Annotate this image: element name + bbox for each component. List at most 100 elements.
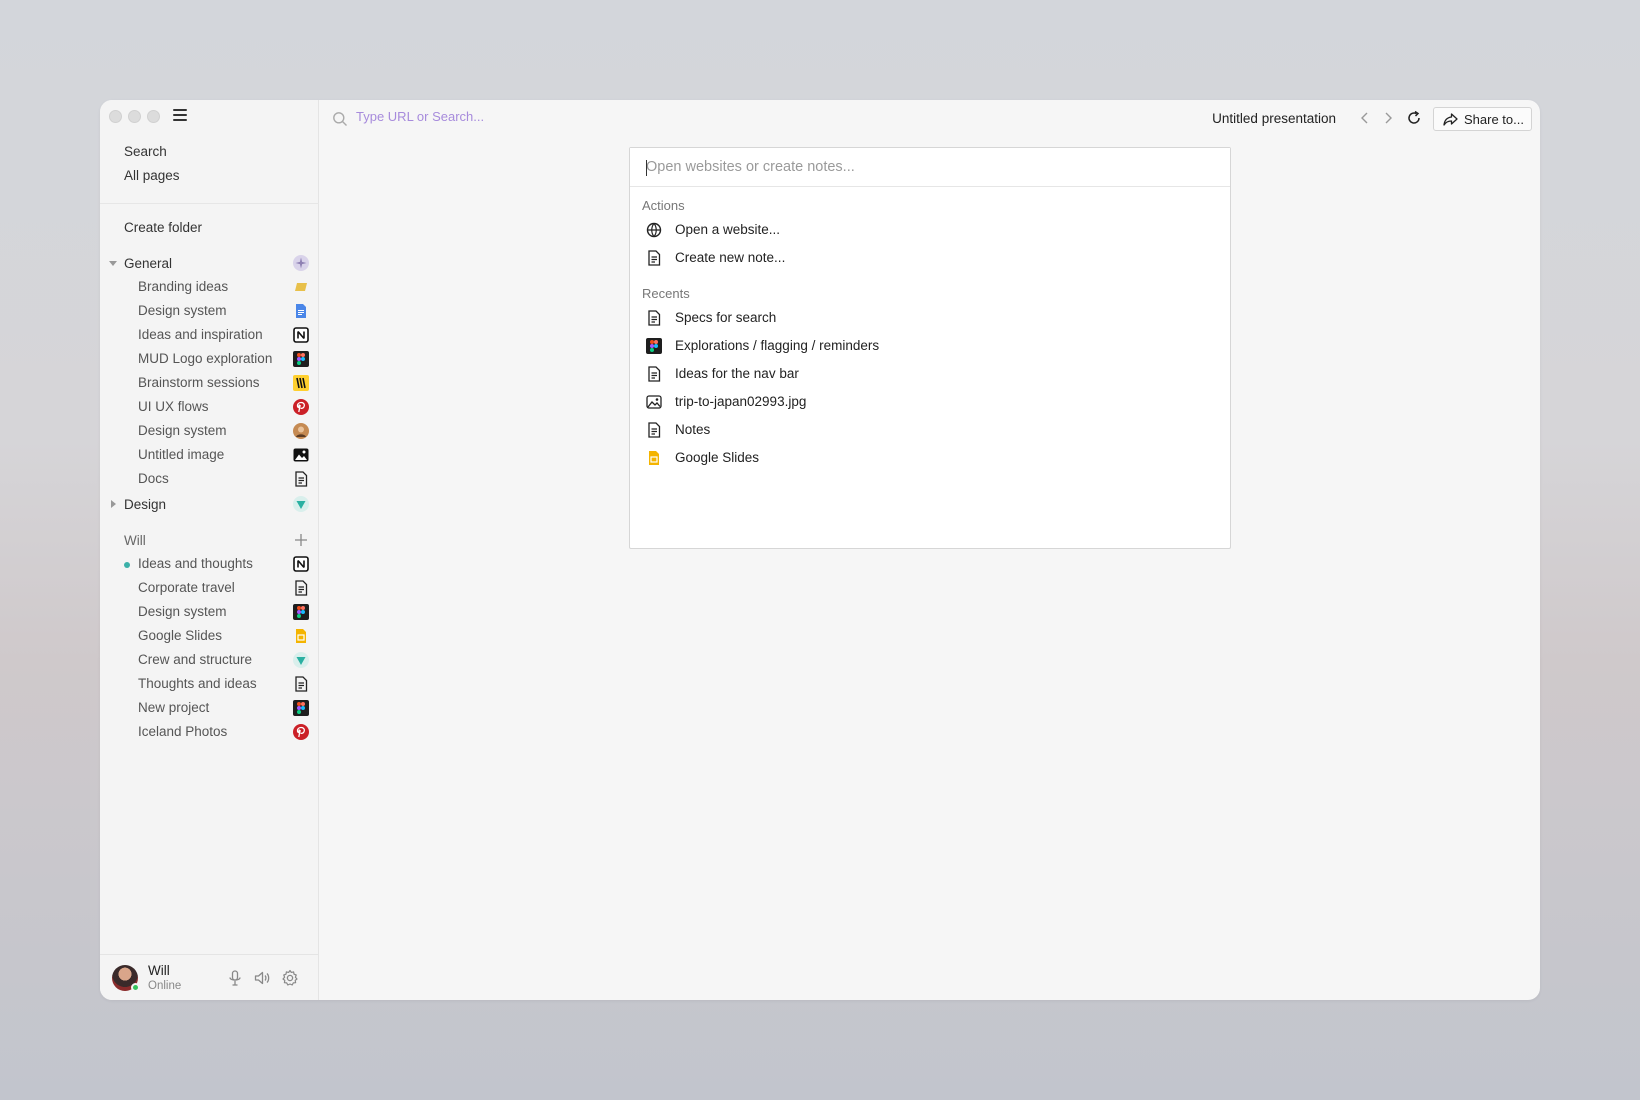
notion-icon xyxy=(293,327,309,343)
image-icon xyxy=(293,447,309,463)
url-search-input[interactable] xyxy=(356,109,756,124)
notion-icon xyxy=(293,556,309,572)
sidebar-item[interactable]: Branding ideas xyxy=(100,276,319,298)
sidebar-item-label: Branding ideas xyxy=(138,279,229,294)
speaker-icon[interactable] xyxy=(253,969,271,987)
sidebar-search-link[interactable]: Search xyxy=(124,144,167,159)
figma-icon xyxy=(646,338,662,354)
sidebar-item-label: Ideas and thoughts xyxy=(138,556,253,571)
recent-item[interactable]: trip-to-japan02993.jpg xyxy=(630,389,1230,415)
sidebar-all-pages-link[interactable]: All pages xyxy=(124,168,180,183)
sidebar-divider xyxy=(100,203,319,204)
back-arrow-icon[interactable] xyxy=(1357,110,1373,126)
figma-icon xyxy=(293,700,309,716)
chevron-right-icon[interactable] xyxy=(111,500,116,508)
page-title: Untitled presentation xyxy=(1212,111,1336,126)
sidebar-item-label: Ideas and inspiration xyxy=(138,327,263,342)
miro-icon xyxy=(293,375,309,391)
microphone-icon[interactable] xyxy=(226,969,244,987)
sidebar-item-label: Design system xyxy=(138,604,227,619)
sidebar-item[interactable]: UI UX flows xyxy=(100,396,319,418)
minimize-window-button[interactable] xyxy=(128,110,141,123)
sidebar-item-label: Untitled image xyxy=(138,447,225,462)
google-slides-icon xyxy=(293,628,309,644)
chevron-down-icon[interactable] xyxy=(109,261,117,266)
create-folder-button[interactable]: Create folder xyxy=(124,220,202,235)
forward-arrow-icon[interactable] xyxy=(1380,110,1396,126)
teal-triangle-icon xyxy=(293,652,309,668)
palette-action[interactable]: Create new note... xyxy=(630,245,1230,271)
user-bar: Will Online xyxy=(100,954,319,1000)
sidebar-item[interactable]: Corporate travel xyxy=(100,577,319,599)
sidebar-item[interactable]: Docs xyxy=(100,468,319,490)
google-docs-icon xyxy=(293,303,309,319)
sidebar-item[interactable]: Design system xyxy=(100,420,319,442)
recent-item[interactable]: Explorations / flagging / reminders xyxy=(630,333,1230,359)
folder-design[interactable]: Design xyxy=(100,493,319,515)
sidebar-item[interactable]: Crew and structure xyxy=(100,649,319,671)
gear-icon[interactable] xyxy=(281,969,299,987)
command-palette: Actions Open a website... Create new not… xyxy=(629,147,1231,549)
sidebar-item-label: MUD Logo exploration xyxy=(138,351,273,366)
reload-icon[interactable] xyxy=(1406,110,1422,126)
share-button[interactable]: Share to... xyxy=(1433,107,1532,131)
sidebar-item[interactable]: Design system xyxy=(100,300,319,322)
folder-label: Will xyxy=(124,532,146,548)
recent-item[interactable]: Google Slides xyxy=(630,445,1230,471)
sidebar-item[interactable]: Iceland Photos xyxy=(100,721,319,743)
sidebar-item[interactable]: New project xyxy=(100,697,319,719)
yellow-tag-icon xyxy=(293,279,309,295)
sidebar-item[interactable]: Design system xyxy=(100,601,319,623)
palette-search-input[interactable] xyxy=(630,148,1230,187)
sidebar-item[interactable]: MUD Logo exploration xyxy=(100,348,319,370)
recent-item-label: Notes xyxy=(675,422,711,437)
search-icon xyxy=(332,111,348,132)
active-dot xyxy=(124,562,130,568)
menu-icon[interactable] xyxy=(173,109,187,122)
sidebar-item-label: Corporate travel xyxy=(138,580,235,595)
folder-general[interactable]: General xyxy=(100,252,319,274)
recent-item[interactable]: Ideas for the nav bar xyxy=(630,361,1230,387)
recent-item[interactable]: Notes xyxy=(630,417,1230,443)
share-arrow-icon xyxy=(1442,111,1459,133)
close-window-button[interactable] xyxy=(109,110,122,123)
url-bar: Untitled presentation Share to... xyxy=(320,100,1540,138)
sidebar-item-label: Design system xyxy=(138,303,227,318)
sidebar-item[interactable]: Ideas and thoughts xyxy=(100,553,319,575)
maximize-window-button[interactable] xyxy=(147,110,160,123)
online-status-dot xyxy=(131,983,140,992)
sidebar-item-label: Thoughts and ideas xyxy=(138,676,257,691)
sidebar-item-label: Design system xyxy=(138,423,227,438)
globe-icon xyxy=(646,222,662,238)
app-window: Search All pages Create folder General B… xyxy=(100,100,1540,1000)
sidebar-item-label: Docs xyxy=(138,471,169,486)
recent-item-label: trip-to-japan02993.jpg xyxy=(675,394,807,409)
sidebar-item[interactable]: Google Slides xyxy=(100,625,319,647)
pinterest-icon xyxy=(293,399,309,415)
document-icon xyxy=(646,310,662,326)
sidebar-item[interactable]: Untitled image xyxy=(100,444,319,466)
sidebar-item-label: Google Slides xyxy=(138,628,223,643)
sidebar-item-label: Iceland Photos xyxy=(138,724,228,739)
window-controls xyxy=(109,110,160,123)
document-icon xyxy=(646,366,662,382)
palette-action-label: Create new note... xyxy=(675,250,786,265)
palette-action[interactable]: Open a website... xyxy=(630,217,1230,243)
plus-icon[interactable] xyxy=(293,532,309,548)
folder-will[interactable]: Will xyxy=(100,529,319,551)
document-icon xyxy=(646,422,662,438)
folder-label: Design xyxy=(124,496,167,512)
image-icon xyxy=(646,394,662,410)
share-button-label: Share to... xyxy=(1464,112,1524,127)
sidebar-item[interactable]: Brainstorm sessions xyxy=(100,372,319,394)
document-icon xyxy=(293,471,309,487)
document-icon xyxy=(293,580,309,596)
document-icon xyxy=(646,250,662,266)
recent-item[interactable]: Specs for search xyxy=(630,305,1230,331)
recent-item-label: Ideas for the nav bar xyxy=(675,366,799,381)
sidebar-item[interactable]: Thoughts and ideas xyxy=(100,673,319,695)
sidebar-item[interactable]: Ideas and inspiration xyxy=(100,324,319,346)
recent-item-label: Explorations / flagging / reminders xyxy=(675,338,880,353)
pinterest-icon xyxy=(293,724,309,740)
text-cursor xyxy=(646,160,647,176)
